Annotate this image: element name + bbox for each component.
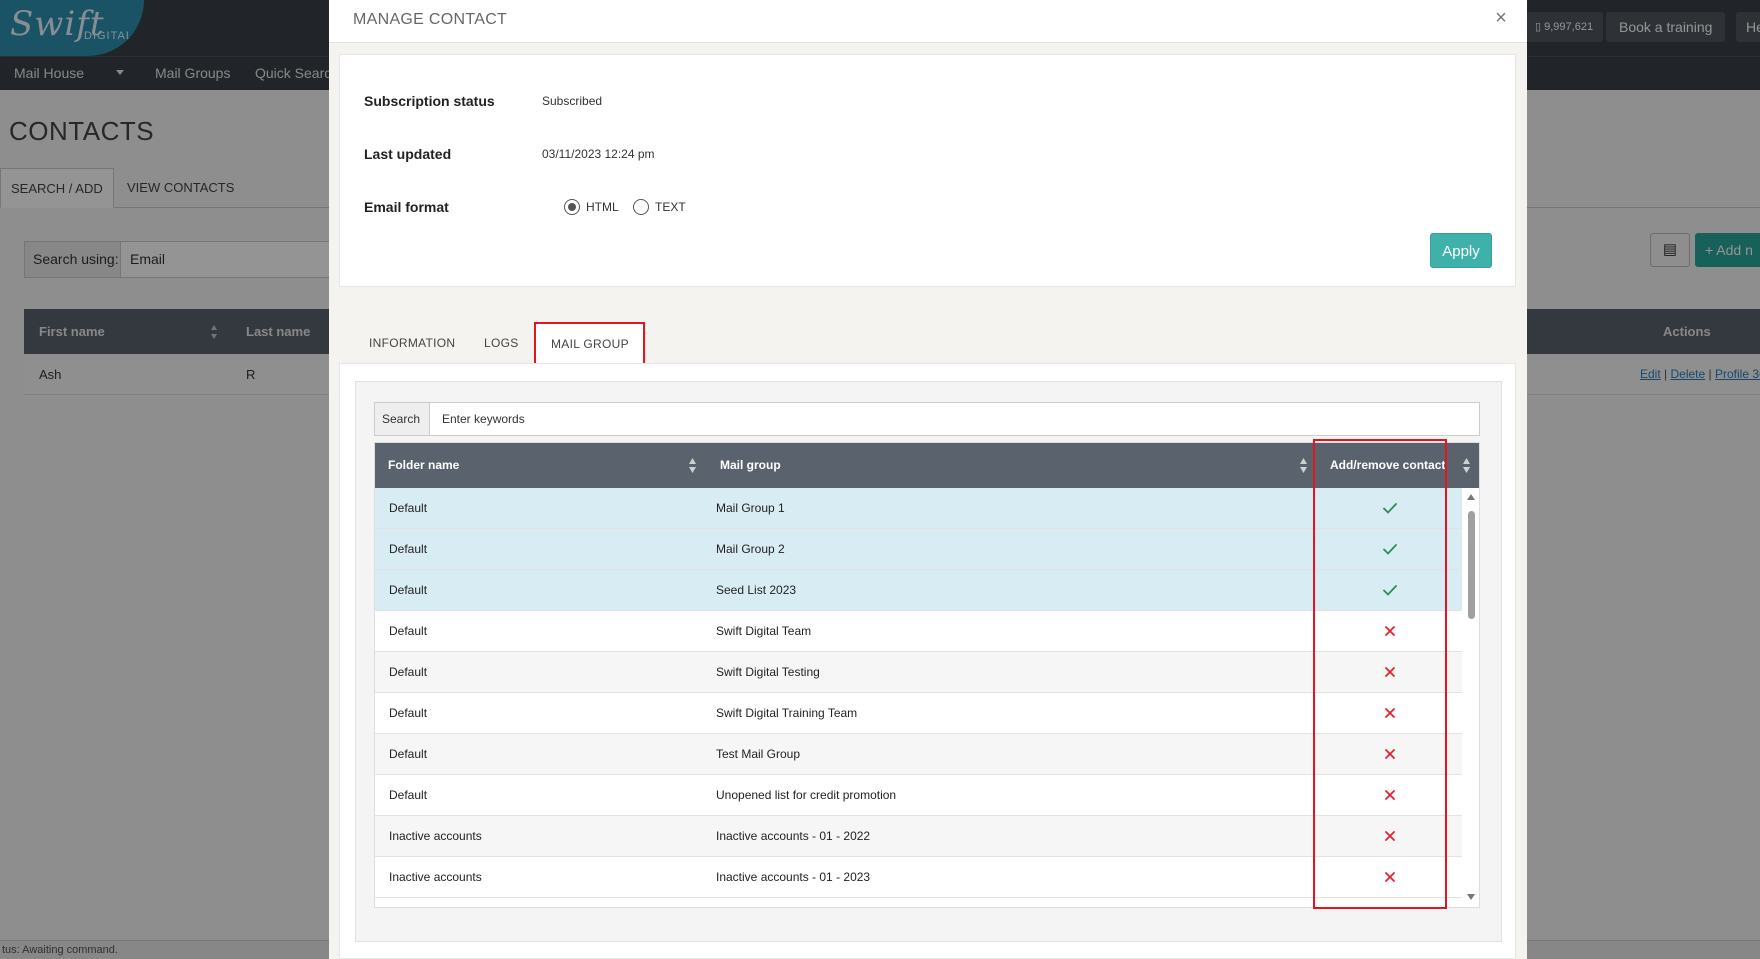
subscription-status-value: Subscribed	[542, 94, 603, 108]
tab-information[interactable]: INFORMATION	[369, 323, 455, 363]
scroll-up-icon[interactable]	[1467, 494, 1475, 500]
last-updated-label: Last updated	[364, 146, 452, 162]
cell-folder-name: Default	[389, 788, 428, 802]
table-row[interactable]: Default Seed List 2023	[375, 570, 1462, 611]
subscription-panel: Subscription status Subscribed Last upda…	[339, 54, 1516, 287]
cell-mail-group: Swift Digital Team	[716, 624, 812, 638]
format-text-label[interactable]: TEXT	[655, 199, 686, 215]
table-row[interactable]: Default Mail Group 2	[375, 529, 1462, 570]
scroll-thumb[interactable]	[1468, 511, 1475, 619]
cell-mail-group: Unopened list for credit promotion	[716, 788, 897, 802]
modal-header: MANAGE CONTACT ×	[329, 0, 1527, 43]
email-format-label: Email format	[364, 199, 449, 215]
table-row[interactable]: Default Swift Digital Testing	[375, 652, 1462, 693]
cell-folder-name: Default	[389, 583, 428, 597]
close-icon[interactable]: ×	[1489, 6, 1513, 30]
cell-folder-name: Default	[389, 706, 428, 720]
table-row[interactable]: Default Test Mail Group	[375, 734, 1462, 775]
cell-mail-group: Swift Digital Training Team	[716, 706, 858, 720]
format-text-radio[interactable]	[633, 199, 649, 215]
search-label: Search	[375, 403, 430, 435]
search-input[interactable]	[430, 403, 1479, 435]
table-row[interactable]: Default Swift Digital Training Team	[375, 693, 1462, 734]
keyword-search: Search	[374, 402, 1480, 436]
th-folder-name[interactable]: Folder name	[388, 443, 459, 488]
apply-button[interactable]: Apply	[1430, 233, 1492, 268]
tab-highlight-box	[534, 322, 645, 365]
table-row[interactable]: Default Unopened list for credit promotio…	[375, 775, 1462, 816]
format-html-radio[interactable]	[564, 199, 580, 215]
table-scrollbar[interactable]	[1463, 488, 1479, 907]
cell-mail-group: Swift Digital Testing	[716, 665, 820, 679]
cell-mail-group: Mail Group 2	[716, 542, 785, 556]
sort-icon[interactable]	[1462, 457, 1471, 474]
sort-icon[interactable]	[688, 457, 697, 474]
column-highlight-box	[1313, 439, 1447, 909]
cell-folder-name: Default	[389, 624, 428, 638]
table-row[interactable]: Inactive accounts Inactive accounts - 01 …	[375, 816, 1462, 857]
table-row[interactable]: Inactive accounts Inactive accounts - 01 …	[375, 857, 1462, 898]
cell-mail-group: Test Mail Group	[716, 747, 801, 761]
cell-mail-group: Seed List 2023	[716, 583, 797, 597]
format-html-label[interactable]: HTML	[586, 199, 619, 215]
cell-folder-name: Default	[389, 542, 428, 556]
cell-folder-name: Inactive accounts	[389, 829, 482, 843]
manage-contact-modal: MANAGE CONTACT × Subscription status Sub…	[329, 0, 1527, 959]
last-updated-value: 03/11/2023 12:24 pm	[542, 147, 655, 161]
subscription-status-label: Subscription status	[364, 93, 495, 109]
cell-folder-name: Default	[389, 501, 428, 515]
th-mail-group[interactable]: Mail group	[720, 443, 781, 488]
scroll-down-icon[interactable]	[1467, 894, 1475, 900]
sort-icon[interactable]	[1299, 457, 1308, 474]
table-row[interactable]: Default Mail Group 1	[375, 488, 1462, 529]
cell-folder-name: Inactive accounts	[389, 870, 482, 884]
cell-folder-name: Default	[389, 747, 428, 761]
cell-mail-group: Inactive accounts - 01 - 2022	[716, 829, 871, 843]
cell-folder-name: Default	[389, 665, 428, 679]
modal-title: MANAGE CONTACT	[353, 11, 508, 28]
cell-mail-group: Inactive accounts - 01 - 2023	[716, 870, 871, 884]
cell-mail-group: Mail Group 1	[716, 501, 785, 515]
table-row[interactable]: Default Swift Digital Team	[375, 611, 1462, 652]
tab-logs[interactable]: LOGS	[484, 323, 519, 363]
